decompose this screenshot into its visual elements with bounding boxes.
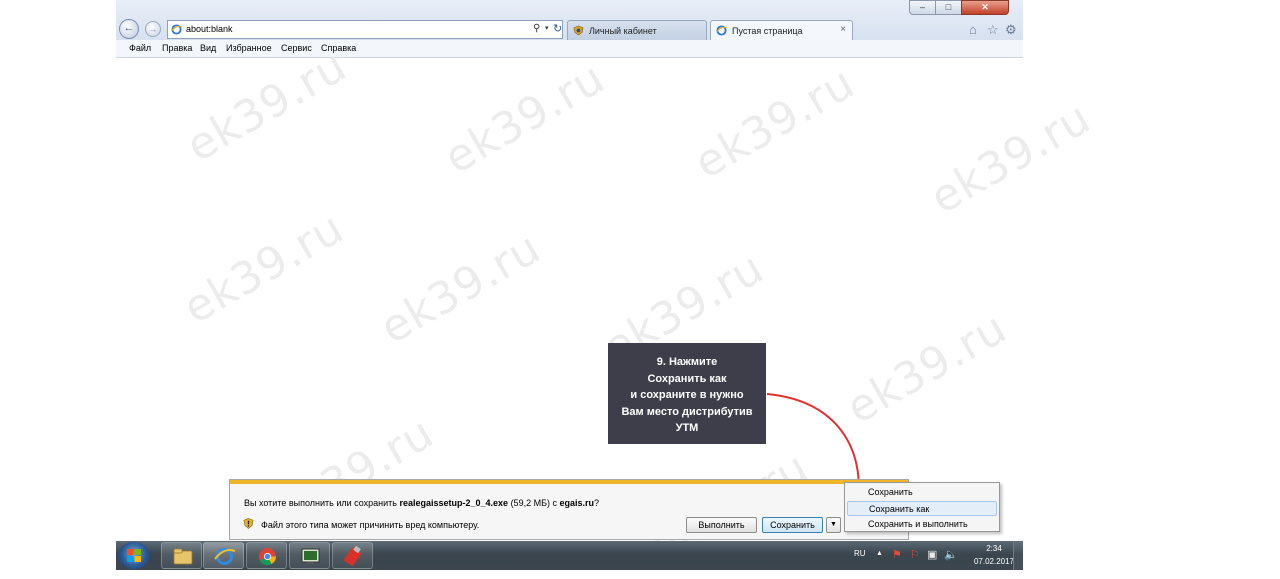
show-desktop-button[interactable]: [1013, 541, 1023, 570]
tab-blank-page[interactable]: Пустая страница ×: [710, 20, 853, 40]
menu-tools[interactable]: Сервис: [281, 43, 312, 53]
address-bar[interactable]: about:blank ⚲ ▾ ↻: [167, 20, 563, 39]
close-window-button[interactable]: ✕: [961, 0, 1009, 15]
security-warning: Файл этого типа может причинить вред ком…: [261, 520, 480, 530]
taskbar-chrome[interactable]: [246, 542, 287, 569]
menu-edit[interactable]: Правка: [162, 43, 192, 53]
window-controls: – □ ✕: [909, 0, 1019, 16]
taskbar-internet-explorer[interactable]: [203, 542, 244, 569]
ie-page-icon: [716, 25, 727, 36]
search-icon[interactable]: ⚲: [533, 23, 540, 34]
back-icon: ←: [123, 22, 135, 34]
network-icon[interactable]: ▣: [927, 548, 937, 561]
taskbar: RU ▲ ⚑ ⚐ ▣ 🔈 2:34 07.02.2017: [116, 541, 1023, 570]
callout-text: 9. Нажмите Сохранить как и сохраните в н…: [621, 356, 753, 434]
instruction-callout: 9. Нажмите Сохранить как и сохраните в н…: [608, 343, 766, 444]
clock-time[interactable]: 2:34: [972, 544, 1016, 553]
tab-personal-account[interactable]: Личный кабинет: [567, 20, 707, 40]
flag-icon[interactable]: ⚑: [892, 548, 902, 561]
show-hidden-icons[interactable]: ▲: [876, 550, 883, 557]
menu-item-save[interactable]: Сохранить: [847, 485, 997, 500]
refresh-icon[interactable]: ↻: [553, 22, 562, 35]
address-text: about:blank: [186, 24, 233, 34]
tab-label: Личный кабинет: [589, 26, 657, 36]
gear-icon[interactable]: ⚙: [1005, 22, 1017, 38]
ie-page-icon: [171, 24, 182, 35]
forward-button[interactable]: →: [145, 21, 161, 37]
menu-favorites[interactable]: Избранное: [226, 43, 272, 53]
start-button[interactable]: [118, 542, 150, 569]
windows-logo-icon: [127, 549, 141, 562]
back-button[interactable]: ←: [119, 19, 139, 39]
monitor-icon: [301, 548, 320, 564]
save-options-button[interactable]: ▼: [826, 517, 841, 533]
language-indicator[interactable]: RU: [854, 549, 866, 558]
forward-icon: →: [148, 24, 158, 34]
maximize-button[interactable]: □: [935, 0, 962, 15]
chevron-down-icon[interactable]: ▾: [545, 24, 549, 32]
question-text: (59,2 МБ) с: [508, 498, 560, 508]
home-icon[interactable]: ⌂: [969, 22, 977, 37]
explorer-icon: [173, 548, 193, 565]
chevron-down-icon: ▼: [830, 521, 837, 528]
question-text: Вы хотите выполнить или сохранить: [244, 498, 400, 508]
close-tab-icon[interactable]: ×: [840, 24, 846, 35]
run-button[interactable]: Выполнить: [686, 517, 757, 533]
download-notification-bar: Вы хотите выполнить или сохранить realeg…: [229, 479, 909, 540]
menu-file[interactable]: Файл: [129, 43, 151, 53]
question-text: ?: [594, 498, 600, 508]
save-options-menu: Сохранить Сохранить как Сохранить и выпо…: [844, 482, 1000, 532]
download-filename: realegaissetup-2_0_4.exe: [399, 498, 509, 508]
shield-icon: [573, 25, 584, 36]
action-center-icon[interactable]: ⚐: [910, 548, 920, 561]
volume-icon[interactable]: 🔈: [944, 548, 958, 561]
minimize-button[interactable]: –: [909, 0, 936, 15]
taskbar-explorer[interactable]: [161, 542, 202, 569]
download-source: egais.ru: [559, 498, 594, 508]
tab-label: Пустая страница: [732, 26, 803, 36]
security-shield-icon: [243, 518, 254, 529]
chrome-icon: [259, 548, 276, 566]
internet-explorer-icon: [214, 548, 236, 565]
menu-item-save-and-run[interactable]: Сохранить и выполнить: [847, 517, 997, 532]
star-icon[interactable]: ☆: [987, 22, 999, 38]
browser-toolbar: ← → about:blank ⚲ ▾ ↻ Личный кабинет Пус…: [116, 0, 1023, 40]
notification-accent: [230, 480, 908, 484]
taskbar-monitor-app[interactable]: [289, 542, 330, 569]
save-button[interactable]: Сохранить: [762, 517, 823, 533]
menu-item-save-as[interactable]: Сохранить как: [847, 501, 997, 516]
menu-bar: Файл Правка Вид Избранное Сервис Справка: [116, 40, 1023, 58]
download-question: Вы хотите выполнить или сохранить realeg…: [244, 498, 599, 508]
taskbar-utm-app[interactable]: [332, 542, 373, 569]
utm-key-icon: [344, 545, 361, 566]
menu-view[interactable]: Вид: [200, 43, 216, 53]
